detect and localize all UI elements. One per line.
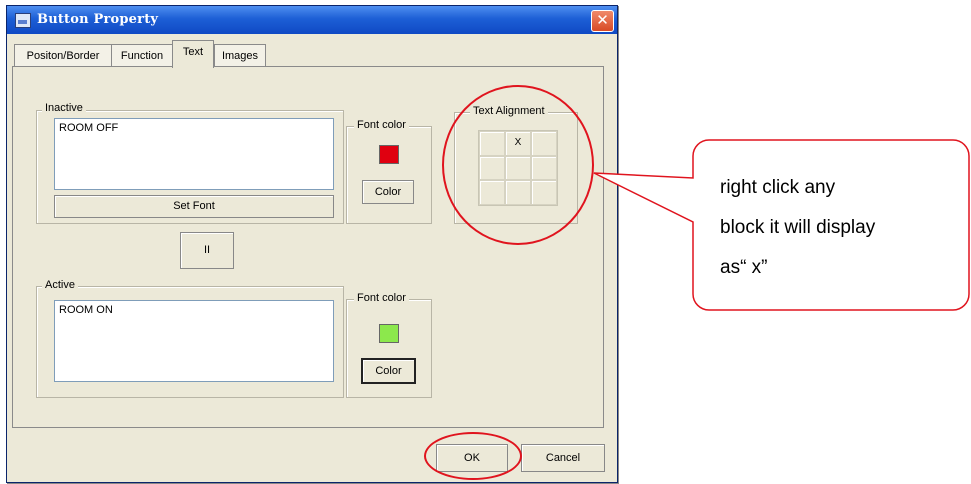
tab-text[interactable]: Text (172, 40, 214, 68)
active-color-swatch (379, 324, 399, 343)
window-title: Button Property (37, 12, 159, 27)
tab-function[interactable]: Function (111, 44, 173, 67)
active-color-button[interactable]: Color (361, 358, 416, 384)
callout-line-2: block it will display (720, 217, 876, 238)
title-bar[interactable]: Button Property ✕ (7, 6, 617, 34)
inactive-color-button[interactable]: Color (362, 180, 414, 204)
alignment-highlight-ellipse (442, 85, 594, 245)
inactive-color-swatch (379, 145, 399, 164)
callout-line-3: as“ x” (720, 257, 768, 278)
close-button[interactable]: ✕ (591, 10, 614, 32)
inactive-font-color-group (346, 126, 432, 224)
cancel-button[interactable]: Cancel (521, 444, 605, 472)
window-icon (15, 13, 31, 28)
active-font-color-label: Font color (354, 292, 409, 304)
active-group-label: Active (42, 279, 78, 291)
ok-highlight-ellipse (424, 432, 522, 480)
inactive-font-color-label: Font color (354, 119, 409, 131)
tab-images[interactable]: Images (214, 44, 266, 67)
callout-text: right click any block it will display as… (720, 168, 875, 288)
set-font-button[interactable]: Set Font (54, 195, 334, 218)
callout-line-1: right click any (720, 177, 836, 198)
inactive-text-input[interactable]: ROOM OFF (54, 118, 334, 190)
swap-button[interactable]: II (180, 232, 234, 269)
tab-position-border[interactable]: Positon/Border (14, 44, 112, 67)
active-text-input[interactable]: ROOM ON (54, 300, 334, 382)
inactive-group-label: Inactive (42, 102, 86, 114)
